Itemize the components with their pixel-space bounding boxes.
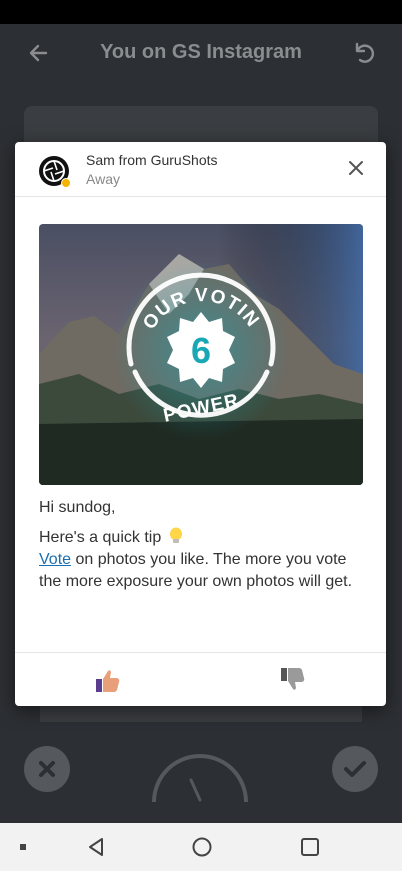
page-title: You on GS Instagram (100, 41, 302, 63)
x-circle-icon (39, 761, 55, 777)
vote-controls (0, 730, 402, 820)
vote-link[interactable]: Vote (39, 551, 71, 568)
nav-back-icon[interactable] (86, 837, 106, 857)
greeting-text: Hi sundog, (39, 499, 116, 516)
dislike-button[interactable] (280, 666, 306, 692)
status-bar (0, 0, 402, 24)
voting-power-banner: YOUR VOTING 6 POWER (39, 224, 363, 485)
like-button[interactable] (95, 668, 121, 694)
away-status-dot (61, 178, 71, 188)
tip-message: Here's a quick tip Vote on photos you li… (39, 527, 369, 593)
voting-power-value: 6 (191, 330, 211, 371)
sender-name: Sam from GuruShots (86, 152, 218, 168)
close-button[interactable] (346, 158, 366, 178)
check-circle-icon (344, 761, 366, 777)
nav-recents-icon[interactable] (300, 837, 320, 857)
undo-icon (355, 42, 375, 63)
system-nav-bar (0, 823, 402, 871)
dialog-header: Sam from GuruShots Away (15, 142, 386, 197)
avatar (39, 156, 71, 188)
light-bulb-icon (169, 527, 182, 543)
sender-status: Away (86, 171, 120, 187)
feedback-bar (15, 652, 386, 707)
nav-home-icon[interactable] (192, 837, 212, 857)
accept-button[interactable] (332, 746, 378, 792)
nav-dot-icon (20, 844, 26, 850)
undo-button[interactable] (348, 38, 378, 68)
thumbs-down-icon (281, 668, 305, 690)
app-bar: You on GS Instagram (0, 24, 402, 82)
tip-body: on photos you like. The more you vote th… (39, 551, 353, 590)
tip-intro: Here's a quick tip (39, 529, 162, 546)
tip-dialog: Sam from GuruShots Away OUR VOTIN 6 POWE… (15, 142, 386, 706)
thumbs-up-icon (96, 670, 120, 692)
reject-button[interactable] (24, 746, 70, 792)
gauge-icon (152, 754, 248, 803)
mountain-banner-image: YOUR VOTING 6 POWER (39, 224, 363, 485)
close-icon (349, 161, 363, 175)
